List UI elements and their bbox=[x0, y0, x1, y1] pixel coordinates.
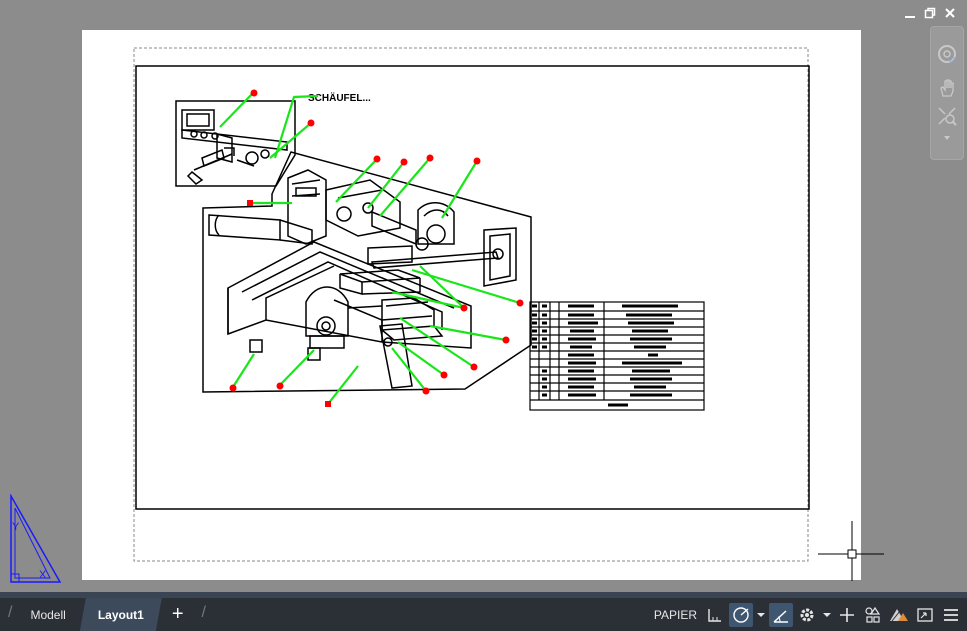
ucs-y-label: Y bbox=[12, 521, 20, 533]
plus-icon[interactable] bbox=[835, 603, 859, 627]
crosshair-cursor bbox=[818, 521, 884, 581]
paper-space-toggle[interactable]: PAPIER bbox=[649, 602, 701, 627]
chevron-down-icon[interactable] bbox=[935, 127, 959, 149]
layout-paper-sheet: SCHÄUFEL... bbox=[82, 30, 861, 580]
ucs-icon: Y X bbox=[10, 494, 62, 583]
annotation-scale-icon[interactable] bbox=[887, 603, 911, 627]
dropdown-arrow-icon[interactable] bbox=[821, 603, 833, 627]
printable-area-border bbox=[133, 47, 809, 562]
close-icon[interactable] bbox=[943, 6, 957, 20]
add-layout-button[interactable]: + bbox=[162, 598, 194, 631]
tab-modell[interactable]: Modell bbox=[16, 598, 79, 631]
gear-icon[interactable] bbox=[795, 603, 819, 627]
ortho-grid-icon[interactable] bbox=[703, 603, 727, 627]
svg-text:2D: 2D bbox=[949, 58, 957, 64]
detail-view bbox=[175, 100, 296, 187]
ucs-x-label: X bbox=[39, 569, 47, 581]
pan-hand-icon[interactable] bbox=[935, 77, 959, 99]
polar-tracking-icon[interactable] bbox=[729, 602, 753, 627]
fullscreen-icon[interactable] bbox=[913, 603, 937, 627]
isometric-drafting-icon[interactable] bbox=[769, 602, 793, 627]
drawing-canvas[interactable]: SCHÄUFEL... bbox=[82, 30, 861, 580]
window-controls bbox=[903, 6, 957, 20]
layout-tabs: / Modell Layout1 + / bbox=[0, 598, 210, 631]
navigation-bar: 2D bbox=[930, 26, 964, 160]
restore-icon[interactable] bbox=[923, 6, 937, 20]
selection-cycling-icon[interactable] bbox=[861, 603, 885, 627]
minimize-icon[interactable] bbox=[903, 6, 917, 20]
zoom-extents-icon[interactable] bbox=[935, 105, 959, 127]
parts-list-table bbox=[529, 301, 705, 411]
hamburger-menu-icon[interactable] bbox=[939, 603, 963, 627]
detail-title-text: SCHÄUFEL... bbox=[308, 91, 371, 104]
dropdown-arrow-icon[interactable] bbox=[755, 603, 767, 627]
status-tools: PAPIER bbox=[649, 598, 967, 631]
tab-layout1[interactable]: Layout1 bbox=[80, 598, 162, 631]
steering-wheel-icon[interactable]: 2D bbox=[935, 43, 959, 65]
status-bar: / Modell Layout1 + / PAPIER bbox=[0, 598, 967, 631]
